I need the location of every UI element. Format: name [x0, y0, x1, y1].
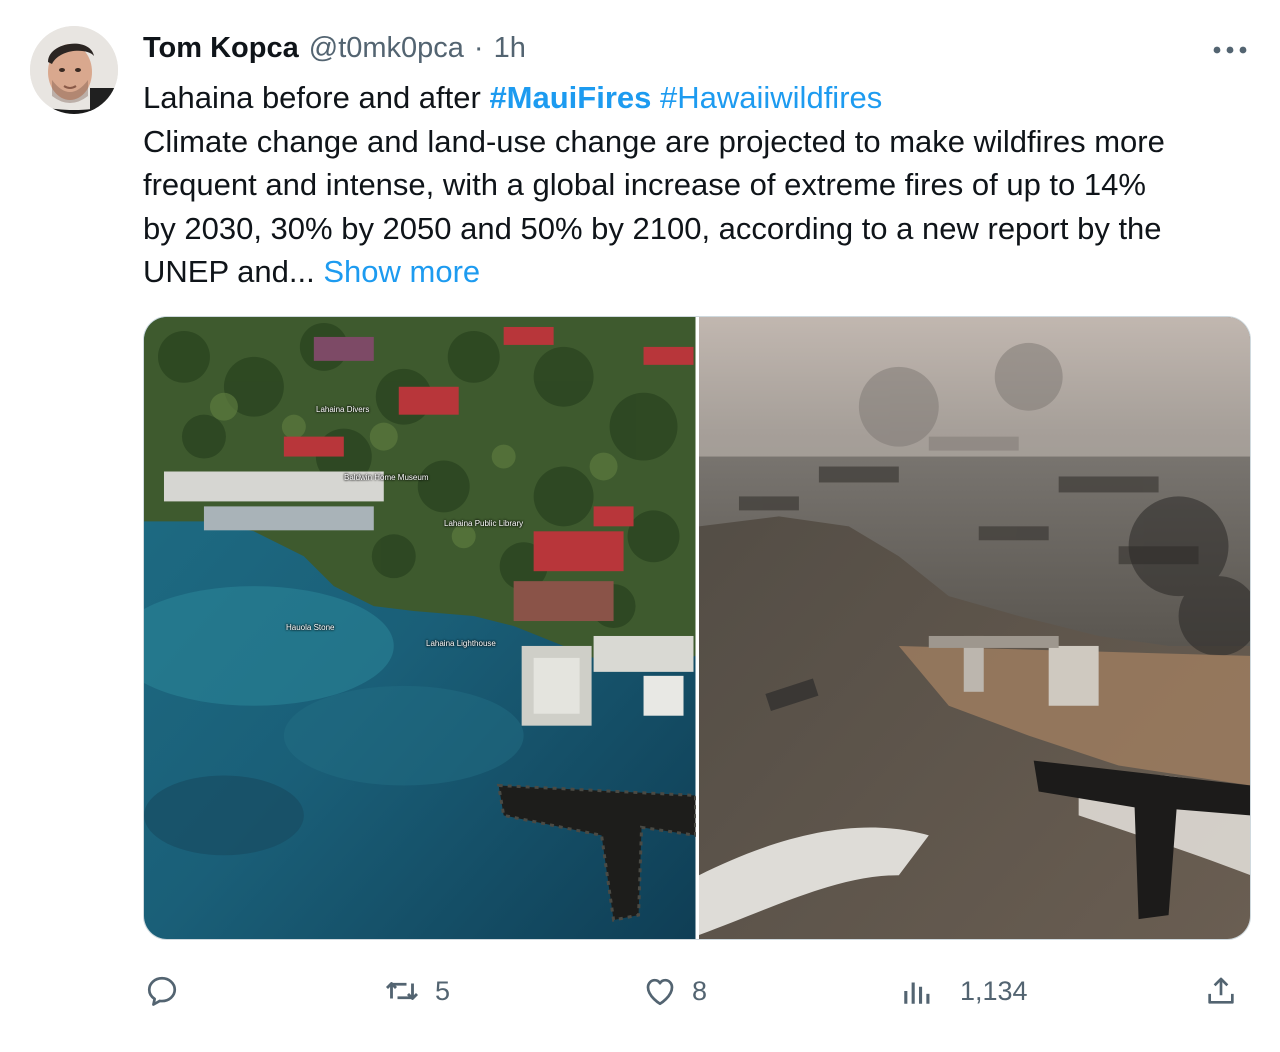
- map-label-lighthouse: Lahaina Lighthouse: [426, 639, 496, 648]
- tweet-line-2: Climate change and land-use change are p…: [143, 123, 1165, 159]
- tweet-actions: 5 8 1,134: [0, 966, 1280, 1016]
- retweet-count: 5: [435, 975, 451, 1006]
- reply-icon: [147, 976, 177, 1006]
- views-chart-icon: [904, 982, 930, 1004]
- views-count: 1,134: [960, 975, 1028, 1006]
- views-button[interactable]: 1,134: [900, 966, 1028, 1016]
- map-label-lahaina-divers: Lahaina Divers: [316, 405, 370, 414]
- avatar[interactable]: [30, 26, 118, 114]
- map-label-library: Lahaina Public Library: [444, 519, 524, 528]
- tweet-header: Tom Kopca @t0mk0pca · 1h: [143, 28, 526, 68]
- author-handle[interactable]: @t0mk0pca: [309, 32, 464, 65]
- tweet-text-segment: UNEP and...: [143, 254, 324, 289]
- tweet-line-5: UNEP and... Show more: [143, 250, 1253, 294]
- map-label-hauola: Hauola Stone: [286, 623, 335, 632]
- author-name[interactable]: Tom Kopca: [143, 32, 299, 65]
- more-dots-icon: [1213, 46, 1247, 54]
- retweet-icon: [385, 982, 419, 1000]
- reply-button[interactable]: [144, 966, 194, 1016]
- before-photo[interactable]: Lahaina Divers Baldwin Home Museum Lahai…: [144, 317, 696, 939]
- after-photo[interactable]: [698, 317, 1250, 939]
- like-button[interactable]: 8: [642, 966, 707, 1016]
- share-icon: [1208, 977, 1234, 1004]
- tweet-text: Lahaina before and after #MauiFires #Haw…: [143, 76, 1253, 294]
- separator-dot: ·: [473, 31, 484, 64]
- tweet-card[interactable]: Tom Kopca @t0mk0pca · 1h Lahaina before …: [0, 0, 1280, 1052]
- timestamp[interactable]: 1h: [494, 32, 526, 65]
- more-button[interactable]: [1206, 30, 1254, 70]
- hashtag-hawaiiwildfires[interactable]: #Hawaiiwildfires: [660, 80, 882, 115]
- media-grid: Lahaina Divers Baldwin Home Museum Lahai…: [143, 316, 1251, 940]
- hashtag-mauifires[interactable]: #MauiFires: [489, 80, 651, 115]
- tweet-line-4: by 2030, 30% by 2050 and 50% by 2100, ac…: [143, 210, 1162, 246]
- tweet-line-1: Lahaina before and after #MauiFires #Haw…: [143, 76, 1253, 120]
- map-label-baldwin: Baldwin Home Museum: [344, 473, 429, 482]
- retweet-button[interactable]: 5: [383, 966, 450, 1016]
- heart-icon: [646, 978, 674, 1006]
- show-more-link[interactable]: Show more: [323, 254, 480, 289]
- tweet-line-3: frequent and intense, with a global incr…: [143, 167, 1146, 202]
- tweet-text-segment: Lahaina before and after: [143, 80, 490, 115]
- like-count: 8: [692, 975, 708, 1006]
- share-button[interactable]: [1204, 966, 1238, 1016]
